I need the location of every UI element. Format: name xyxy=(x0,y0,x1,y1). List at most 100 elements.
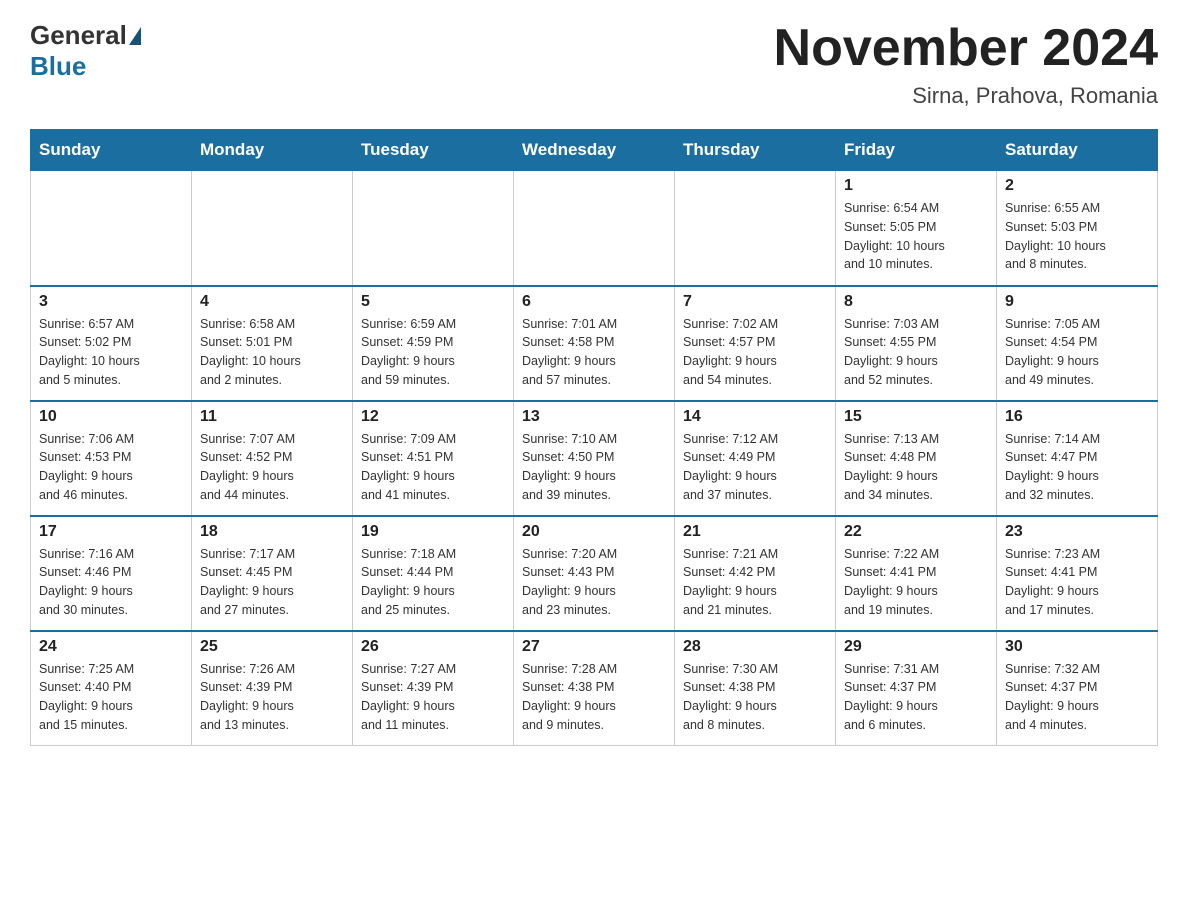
day-number: 16 xyxy=(1005,408,1149,426)
day-number: 26 xyxy=(361,638,505,656)
sun-info: Sunrise: 6:58 AMSunset: 5:01 PMDaylight:… xyxy=(200,315,344,390)
month-title: November 2024 xyxy=(774,20,1158,77)
location-title: Sirna, Prahova, Romania xyxy=(774,83,1158,109)
calendar-cell: 25 Sunrise: 7:26 AMSunset: 4:39 PMDayligh… xyxy=(192,631,353,746)
calendar-cell xyxy=(353,171,514,286)
calendar-cell: 6 Sunrise: 7:01 AMSunset: 4:58 PMDaylight… xyxy=(514,286,675,401)
calendar-header: SundayMondayTuesdayWednesdayThursdayFrid… xyxy=(31,130,1158,171)
logo-blue-text: Blue xyxy=(30,51,143,82)
day-header-friday: Friday xyxy=(836,130,997,171)
sun-info: Sunrise: 7:03 AMSunset: 4:55 PMDaylight:… xyxy=(844,315,988,390)
day-number: 1 xyxy=(844,177,988,195)
calendar-cell: 22 Sunrise: 7:22 AMSunset: 4:41 PMDayligh… xyxy=(836,516,997,631)
sun-info: Sunrise: 7:22 AMSunset: 4:41 PMDaylight:… xyxy=(844,545,988,620)
day-number: 21 xyxy=(683,523,827,541)
day-number: 12 xyxy=(361,408,505,426)
day-number: 7 xyxy=(683,293,827,311)
calendar-cell xyxy=(31,171,192,286)
calendar-cell: 17 Sunrise: 7:16 AMSunset: 4:46 PMDayligh… xyxy=(31,516,192,631)
day-number: 13 xyxy=(522,408,666,426)
sun-info: Sunrise: 7:01 AMSunset: 4:58 PMDaylight:… xyxy=(522,315,666,390)
calendar-table: SundayMondayTuesdayWednesdayThursdayFrid… xyxy=(30,129,1158,746)
day-header-tuesday: Tuesday xyxy=(353,130,514,171)
logo-triangle-icon xyxy=(129,27,141,45)
day-number: 2 xyxy=(1005,177,1149,195)
calendar-cell: 9Sunrise: 7:05 AMSunset: 4:54 PMDaylight… xyxy=(997,286,1158,401)
calendar-cell xyxy=(675,171,836,286)
day-headers-row: SundayMondayTuesdayWednesdayThursdayFrid… xyxy=(31,130,1158,171)
day-number: 17 xyxy=(39,523,183,541)
day-number: 3 xyxy=(39,293,183,311)
calendar-cell: 15Sunrise: 7:13 AMSunset: 4:48 PMDayligh… xyxy=(836,401,997,516)
day-number: 20 xyxy=(522,523,666,541)
calendar-cell: 21Sunrise: 7:21 AMSunset: 4:42 PMDayligh… xyxy=(675,516,836,631)
calendar-cell: 12Sunrise: 7:09 AMSunset: 4:51 PMDayligh… xyxy=(353,401,514,516)
week-row-1: 3Sunrise: 6:57 AMSunset: 5:02 PMDaylight… xyxy=(31,286,1158,401)
day-number: 11 xyxy=(200,408,344,426)
sun-info: Sunrise: 6:55 AMSunset: 5:03 PMDaylight:… xyxy=(1005,199,1149,274)
sun-info: Sunrise: 7:28 AMSunset: 4:38 PMDaylight:… xyxy=(522,660,666,735)
day-number: 23 xyxy=(1005,523,1149,541)
sun-info: Sunrise: 7:02 AMSunset: 4:57 PMDaylight:… xyxy=(683,315,827,390)
calendar-cell: 5 Sunrise: 6:59 AMSunset: 4:59 PMDaylight… xyxy=(353,286,514,401)
calendar-cell: 23 Sunrise: 7:23 AMSunset: 4:41 PMDayligh… xyxy=(997,516,1158,631)
sun-info: Sunrise: 7:17 AMSunset: 4:45 PMDaylight:… xyxy=(200,545,344,620)
calendar-body: 1 Sunrise: 6:54 AMSunset: 5:05 PMDaylight… xyxy=(31,171,1158,746)
calendar-cell: 29Sunrise: 7:31 AMSunset: 4:37 PMDayligh… xyxy=(836,631,997,746)
sun-info: Sunrise: 7:26 AMSunset: 4:39 PMDaylight:… xyxy=(200,660,344,735)
day-number: 14 xyxy=(683,408,827,426)
sun-info: Sunrise: 7:18 AMSunset: 4:44 PMDaylight:… xyxy=(361,545,505,620)
calendar-cell: 14 Sunrise: 7:12 AMSunset: 4:49 PMDayligh… xyxy=(675,401,836,516)
sun-info: Sunrise: 7:16 AMSunset: 4:46 PMDaylight:… xyxy=(39,545,183,620)
calendar-cell: 10Sunrise: 7:06 AMSunset: 4:53 PMDayligh… xyxy=(31,401,192,516)
sun-info: Sunrise: 7:06 AMSunset: 4:53 PMDaylight:… xyxy=(39,430,183,505)
day-number: 22 xyxy=(844,523,988,541)
calendar-cell: 26 Sunrise: 7:27 AMSunset: 4:39 PMDayligh… xyxy=(353,631,514,746)
calendar-cell: 16 Sunrise: 7:14 AMSunset: 4:47 PMDayligh… xyxy=(997,401,1158,516)
calendar-cell: 24 Sunrise: 7:25 AMSunset: 4:40 PMDayligh… xyxy=(31,631,192,746)
calendar-cell: 20 Sunrise: 7:20 AMSunset: 4:43 PMDayligh… xyxy=(514,516,675,631)
sun-info: Sunrise: 7:25 AMSunset: 4:40 PMDaylight:… xyxy=(39,660,183,735)
sun-info: Sunrise: 6:59 AMSunset: 4:59 PMDaylight:… xyxy=(361,315,505,390)
day-header-thursday: Thursday xyxy=(675,130,836,171)
header-right: November 2024 Sirna, Prahova, Romania xyxy=(774,20,1158,109)
calendar-cell: 3Sunrise: 6:57 AMSunset: 5:02 PMDaylight… xyxy=(31,286,192,401)
calendar-cell: 19Sunrise: 7:18 AMSunset: 4:44 PMDayligh… xyxy=(353,516,514,631)
calendar-cell: 13 Sunrise: 7:10 AMSunset: 4:50 PMDayligh… xyxy=(514,401,675,516)
calendar-cell: 7 Sunrise: 7:02 AMSunset: 4:57 PMDaylight… xyxy=(675,286,836,401)
calendar-cell: 28 Sunrise: 7:30 AMSunset: 4:38 PMDayligh… xyxy=(675,631,836,746)
calendar-cell: 30 Sunrise: 7:32 AMSunset: 4:37 PMDayligh… xyxy=(997,631,1158,746)
day-number: 18 xyxy=(200,523,344,541)
sun-info: Sunrise: 7:14 AMSunset: 4:47 PMDaylight:… xyxy=(1005,430,1149,505)
day-number: 27 xyxy=(522,638,666,656)
day-number: 5 xyxy=(361,293,505,311)
day-number: 29 xyxy=(844,638,988,656)
sun-info: Sunrise: 7:12 AMSunset: 4:49 PMDaylight:… xyxy=(683,430,827,505)
calendar-cell xyxy=(514,171,675,286)
day-number: 24 xyxy=(39,638,183,656)
day-number: 6 xyxy=(522,293,666,311)
sun-info: Sunrise: 7:30 AMSunset: 4:38 PMDaylight:… xyxy=(683,660,827,735)
calendar-cell: 18 Sunrise: 7:17 AMSunset: 4:45 PMDayligh… xyxy=(192,516,353,631)
day-number: 30 xyxy=(1005,638,1149,656)
sun-info: Sunrise: 7:20 AMSunset: 4:43 PMDaylight:… xyxy=(522,545,666,620)
day-number: 4 xyxy=(200,293,344,311)
sun-info: Sunrise: 7:10 AMSunset: 4:50 PMDaylight:… xyxy=(522,430,666,505)
sun-info: Sunrise: 7:32 AMSunset: 4:37 PMDaylight:… xyxy=(1005,660,1149,735)
day-number: 8 xyxy=(844,293,988,311)
sun-info: Sunrise: 7:23 AMSunset: 4:41 PMDaylight:… xyxy=(1005,545,1149,620)
logo-general-text: General xyxy=(30,20,127,51)
day-header-sunday: Sunday xyxy=(31,130,192,171)
week-row-0: 1 Sunrise: 6:54 AMSunset: 5:05 PMDaylight… xyxy=(31,171,1158,286)
sun-info: Sunrise: 6:54 AMSunset: 5:05 PMDaylight:… xyxy=(844,199,988,274)
day-header-monday: Monday xyxy=(192,130,353,171)
calendar-cell: 27 Sunrise: 7:28 AMSunset: 4:38 PMDayligh… xyxy=(514,631,675,746)
sun-info: Sunrise: 7:27 AMSunset: 4:39 PMDaylight:… xyxy=(361,660,505,735)
week-row-2: 10Sunrise: 7:06 AMSunset: 4:53 PMDayligh… xyxy=(31,401,1158,516)
day-header-saturday: Saturday xyxy=(997,130,1158,171)
day-number: 25 xyxy=(200,638,344,656)
week-row-4: 24 Sunrise: 7:25 AMSunset: 4:40 PMDayligh… xyxy=(31,631,1158,746)
calendar-cell: 8 Sunrise: 7:03 AMSunset: 4:55 PMDaylight… xyxy=(836,286,997,401)
day-number: 28 xyxy=(683,638,827,656)
calendar-cell xyxy=(192,171,353,286)
